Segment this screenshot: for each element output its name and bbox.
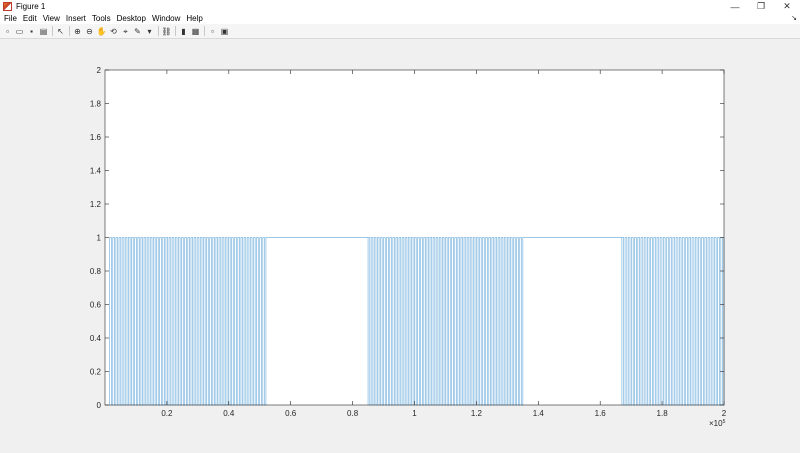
show-plot-tools-icon[interactable]: ▣	[220, 27, 229, 36]
menu-bar: File Edit View Insert Tools Desktop Wind…	[0, 13, 800, 24]
menu-window[interactable]: Window	[149, 13, 183, 24]
y-tick-label: 0.6	[90, 301, 102, 310]
new-figure-icon[interactable]: ▫	[3, 27, 12, 36]
menu-insert[interactable]: Insert	[63, 13, 89, 24]
zoom-in-icon[interactable]: ⊕	[73, 27, 82, 36]
pan-hand-icon[interactable]: ✋	[97, 27, 107, 36]
hide-plot-tools-icon[interactable]: ▫	[208, 27, 217, 36]
menu-desktop[interactable]: Desktop	[114, 13, 149, 24]
menu-file[interactable]: File	[0, 13, 20, 24]
minimize-button[interactable]: —	[722, 0, 748, 13]
y-tick-label: 1.2	[90, 200, 102, 209]
toolbar-separator	[175, 26, 176, 36]
y-tick-label: 1.4	[90, 167, 102, 176]
x-tick-label: 0.2	[161, 409, 173, 418]
x-tick-label: 1.8	[657, 409, 669, 418]
y-tick-label: 0.8	[90, 267, 102, 276]
menu-view[interactable]: View	[40, 13, 63, 24]
brush-dropdown-icon[interactable]: ▾	[145, 27, 154, 36]
data-cursor-icon[interactable]: ⌖	[121, 27, 130, 36]
x-tick-label: 0.4	[223, 409, 235, 418]
menu-edit[interactable]: Edit	[20, 13, 40, 24]
x-multiplier-label: ×105	[709, 419, 726, 428]
x-tick-label: 1.4	[533, 409, 545, 418]
legend-icon[interactable]: ▦	[191, 27, 200, 36]
open-file-icon[interactable]: ▭	[15, 27, 24, 36]
dock-figure-icon[interactable]: ↘	[791, 14, 797, 22]
y-tick-label: 0	[97, 401, 102, 410]
menu-tools[interactable]: Tools	[89, 13, 114, 24]
toolbar-separator	[204, 26, 205, 36]
x-multiplier-base: ×10	[709, 419, 723, 428]
window-title: Figure 1	[16, 2, 46, 11]
x-tick-label: 0.8	[347, 409, 359, 418]
toolbar-separator	[158, 26, 159, 36]
colorbar-icon[interactable]: ▮	[179, 27, 188, 36]
x-tick-label: 1.6	[595, 409, 607, 418]
matlab-logo-icon	[3, 2, 12, 11]
figure-toolbar: ▫ ▭ ▪ ▤ ↖ ⊕ ⊖ ✋ ⟲ ⌖ ✎ ▾ ⛓ ▮ ▦ ▫ ▣	[0, 24, 800, 39]
y-tick-label: 1	[97, 234, 102, 243]
y-tick-label: 1.6	[90, 133, 102, 142]
y-tick-label: 1.8	[90, 100, 102, 109]
x-tick-label: 1.2	[471, 409, 483, 418]
brush-icon[interactable]: ✎	[133, 27, 142, 36]
x-tick-label: 2	[722, 409, 727, 418]
x-multiplier-exponent: 5	[723, 419, 726, 425]
edit-plot-arrow-icon[interactable]: ↖	[56, 27, 65, 36]
print-icon[interactable]: ▤	[39, 27, 48, 36]
save-icon[interactable]: ▪	[27, 27, 36, 36]
menu-help[interactable]: Help	[183, 13, 205, 24]
toolbar-separator	[69, 26, 70, 36]
window-controls: — ❐ ✕	[722, 0, 800, 13]
pulse-plot[interactable]: 0 0.2 0.4 0.6 0.8 1 1.2 1.4 1.6 1.8 2 0.2 0.4 0.6 0.8 1…	[0, 39, 800, 450]
x-tick-label: 0.6	[285, 409, 297, 418]
y-tick-label: 0.4	[90, 334, 102, 343]
link-plot-icon[interactable]: ⛓	[161, 27, 171, 36]
zoom-out-icon[interactable]: ⊖	[85, 27, 94, 36]
y-tick-label: 2	[97, 66, 102, 75]
rotate-3d-icon[interactable]: ⟲	[109, 27, 118, 36]
window-titlebar: Figure 1 — ❐ ✕	[0, 0, 800, 13]
restore-button[interactable]: ❐	[748, 0, 774, 13]
close-button[interactable]: ✕	[774, 0, 800, 13]
toolbar-separator	[52, 26, 53, 36]
y-tick-label: 0.2	[90, 368, 102, 377]
figure-canvas[interactable]: 0 0.2 0.4 0.6 0.8 1 1.2 1.4 1.6 1.8 2 0.2 0.4 0.6 0.8 1…	[0, 39, 800, 450]
x-tick-label: 1	[412, 409, 417, 418]
